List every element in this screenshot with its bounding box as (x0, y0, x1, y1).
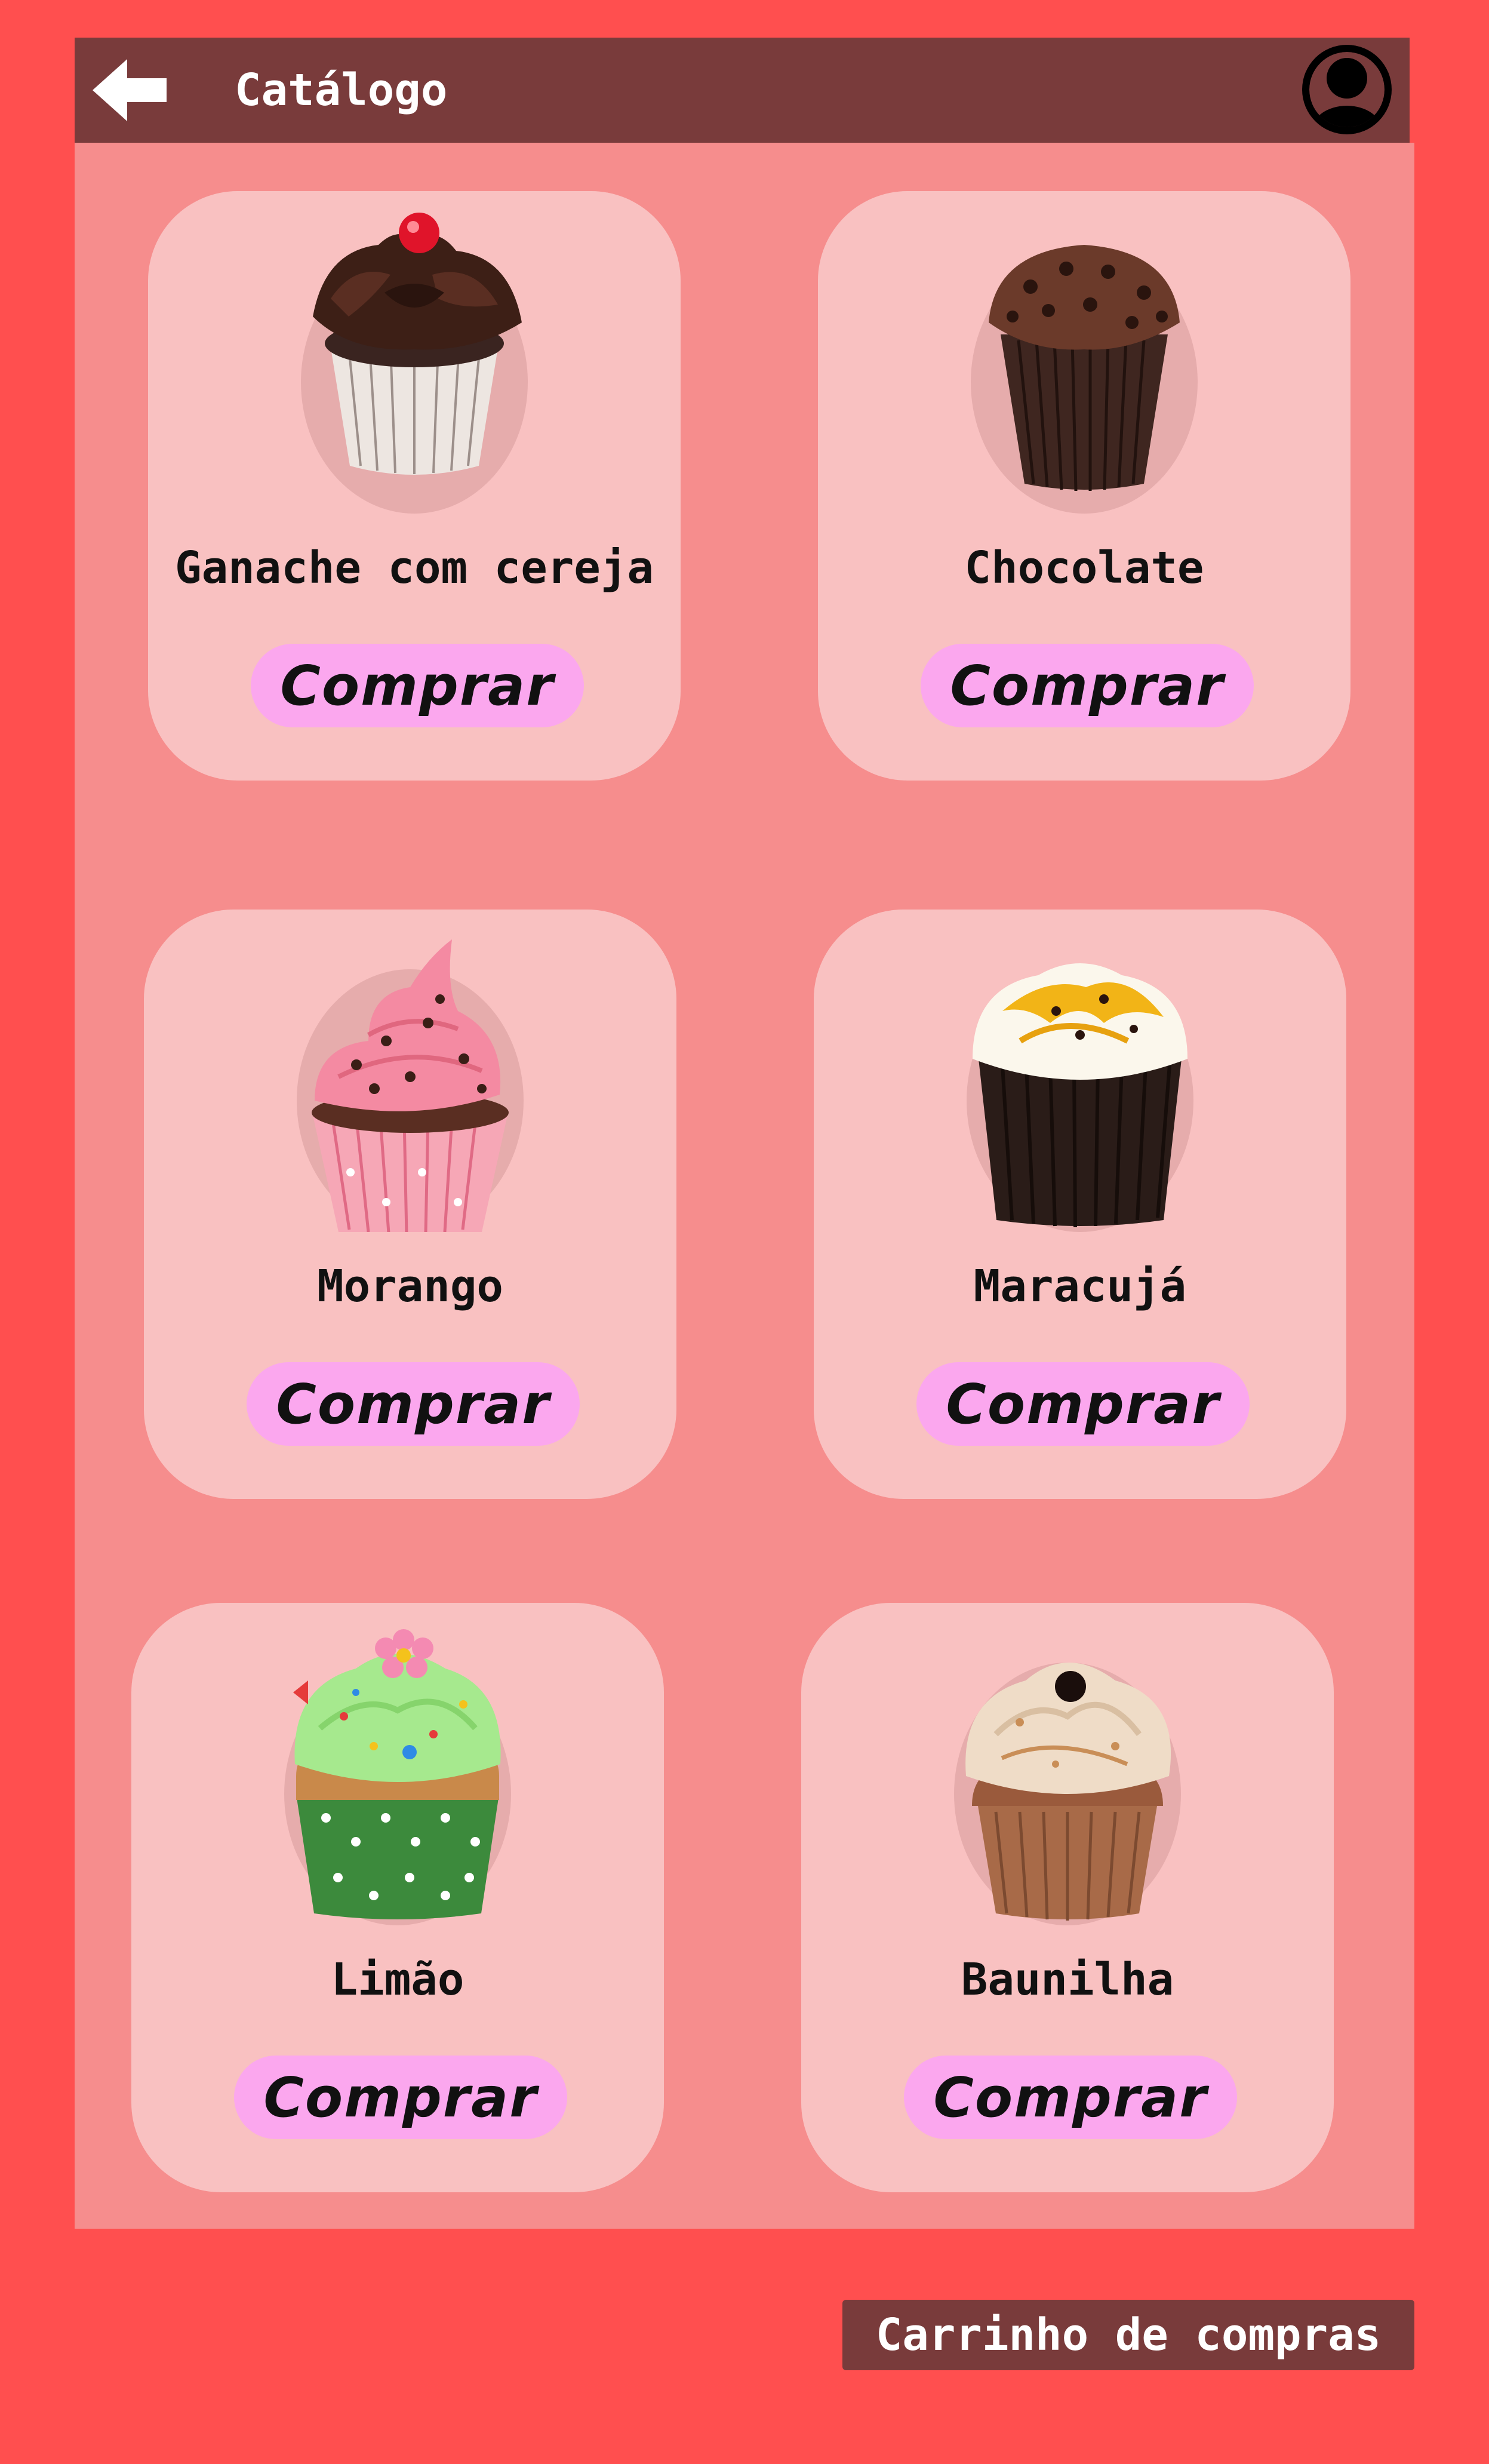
catalog-panel: Ganache com cereja Comprar Chocolate Com… (75, 143, 1414, 2229)
product-name: Limão (331, 1954, 464, 2005)
product-card: Limão Comprar (131, 1603, 664, 2192)
product-name: Baunilha (961, 1954, 1174, 2005)
cupcake-passion-fruit-image (967, 963, 1193, 1232)
buy-button[interactable]: Comprar (234, 2056, 567, 2139)
product-card: Morango Comprar (144, 910, 676, 1499)
buy-button[interactable]: Comprar (251, 644, 584, 727)
profile-button[interactable] (1302, 45, 1392, 134)
buy-button[interactable]: Comprar (921, 644, 1254, 727)
cupcake-ganache-cherry-image (301, 213, 528, 514)
cupcake-chocolate-image (971, 245, 1198, 514)
buy-button[interactable]: Comprar (247, 1362, 580, 1446)
product-card: Baunilha Comprar (801, 1603, 1334, 2192)
page-title: Catálogo (235, 64, 448, 116)
product-name: Chocolate (964, 542, 1204, 594)
shopping-cart-button[interactable]: Carrinho de compras (842, 2300, 1414, 2370)
product-card: Maracujá Comprar (814, 910, 1346, 1499)
cupcake-strawberry-image (297, 939, 524, 1232)
product-card: Ganache com cereja Comprar (148, 191, 681, 781)
product-card: Chocolate Comprar (818, 191, 1350, 781)
buy-button[interactable]: Comprar (916, 1362, 1250, 1446)
product-name: Morango (317, 1261, 503, 1312)
back-button[interactable] (93, 59, 170, 121)
app-header: Catálogo (75, 38, 1410, 143)
cupcake-lemon-image (284, 1629, 511, 1925)
product-name: Maracujá (973, 1261, 1187, 1312)
cupcake-vanilla-image (954, 1663, 1181, 1925)
arrow-left-icon (93, 59, 167, 121)
buy-button[interactable]: Comprar (904, 2056, 1237, 2139)
product-name: Ganache com cereja (175, 542, 654, 594)
user-avatar-icon (1302, 45, 1392, 134)
